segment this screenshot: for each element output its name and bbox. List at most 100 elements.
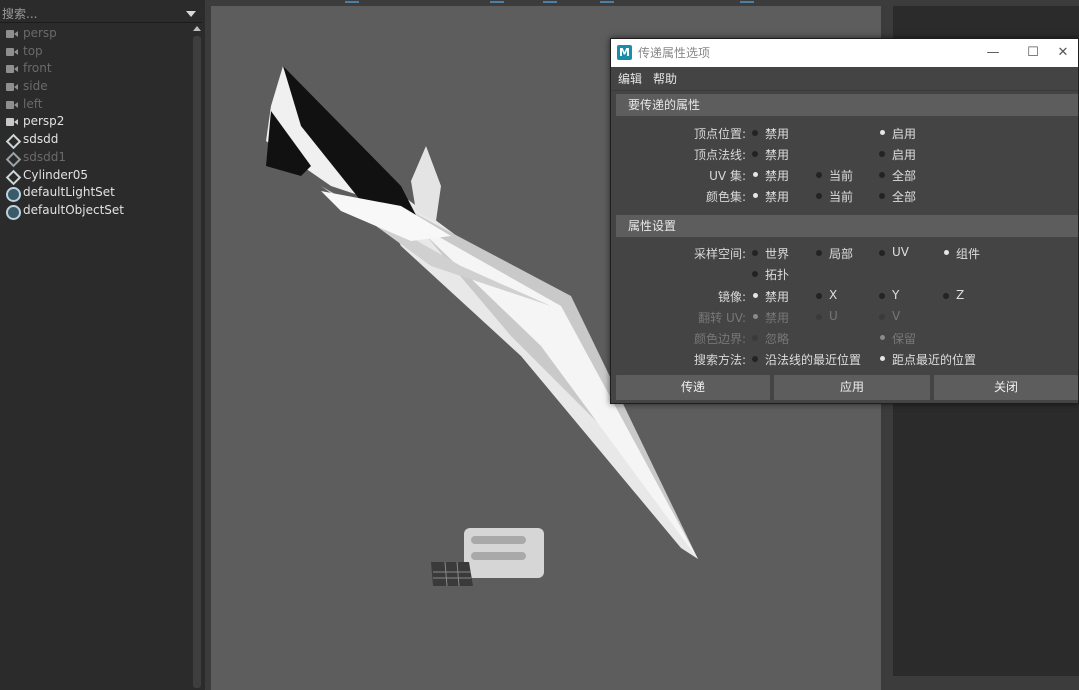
chevron-down-icon[interactable] bbox=[186, 11, 196, 17]
toolbar-marker bbox=[600, 1, 614, 3]
section-attributes-to-transfer[interactable]: 要传递的属性 bbox=[616, 94, 1078, 116]
close-window-button[interactable]: ✕ bbox=[1048, 39, 1078, 67]
outliner-item-defaultobjectset[interactable]: defaultObjectSet bbox=[0, 202, 192, 220]
mesh-icon bbox=[6, 171, 18, 181]
outliner-search-input[interactable]: 搜索... bbox=[0, 5, 202, 23]
uv-sets-label: UV 集: bbox=[709, 169, 746, 183]
mirror-off-radio[interactable]: 禁用 bbox=[751, 288, 789, 305]
outliner-item-label: persp2 bbox=[23, 114, 65, 129]
dialog-titlebar[interactable]: M 传递属性选项 — ☐ ✕ bbox=[611, 39, 1078, 67]
outliner-item-label: front bbox=[23, 61, 52, 76]
minimize-button[interactable]: — bbox=[978, 39, 1008, 67]
outliner-item-label: sdsdd1 bbox=[23, 149, 66, 164]
color-sets-label: 颜色集: bbox=[705, 190, 746, 204]
set-icon bbox=[6, 187, 21, 203]
sample-space-local-radio[interactable]: 局部 bbox=[815, 245, 853, 262]
outliner-item-label: sdsdd bbox=[23, 132, 59, 147]
uv-sets-all-radio[interactable]: 全部 bbox=[878, 167, 916, 184]
section-attribute-settings[interactable]: 属性设置 bbox=[616, 215, 1078, 237]
flip-uv-label: 翻转 UV: bbox=[698, 311, 746, 325]
color-border-preserve-radio: 保留 bbox=[878, 330, 916, 347]
outliner-list: persp top front side left persp2 sdsdd s… bbox=[0, 25, 192, 220]
flip-uv-u-radio: U bbox=[815, 309, 838, 323]
mesh-icon bbox=[6, 153, 18, 163]
flip-uv-off-radio: 禁用 bbox=[751, 309, 789, 326]
vertex-normal-on-radio[interactable]: 启用 bbox=[878, 146, 916, 163]
dialog-title: 传递属性选项 bbox=[638, 46, 711, 60]
dialog-menubar: 编辑 帮助 bbox=[611, 67, 1078, 91]
outliner-item-label: defaultLightSet bbox=[23, 185, 115, 200]
menu-help[interactable]: 帮助 bbox=[653, 70, 677, 87]
outliner-item-cylinder05[interactable]: Cylinder05 bbox=[0, 167, 192, 185]
apply-button[interactable]: 应用 bbox=[774, 375, 930, 400]
search-method-along-normal-radio[interactable]: 沿法线的最近位置 bbox=[751, 351, 861, 368]
outliner-scrollbar[interactable] bbox=[192, 24, 202, 690]
search-method-closest-point-radio[interactable]: 距点最近的位置 bbox=[878, 351, 976, 368]
outliner-item-side[interactable]: side bbox=[0, 78, 192, 96]
mesh-icon bbox=[6, 135, 18, 145]
maya-workspace: 搜索... persp top front side left persp2 s… bbox=[0, 0, 1079, 690]
cylinder-wire-part bbox=[431, 562, 473, 586]
transfer-attributes-options-dialog: M 传递属性选项 — ☐ ✕ 编辑 帮助 要传递的属性 顶点位置: 禁用 启用 … bbox=[610, 38, 1079, 404]
outliner-item-label: left bbox=[23, 96, 43, 111]
scroll-up-arrow-icon[interactable] bbox=[193, 26, 201, 31]
camera-icon bbox=[6, 117, 18, 127]
maya-app-icon: M bbox=[617, 45, 632, 60]
outliner-item-top[interactable]: top bbox=[0, 43, 192, 61]
transfer-button[interactable]: 传递 bbox=[616, 375, 770, 400]
cylinder-groove bbox=[471, 552, 526, 560]
mirror-x-radio[interactable]: X bbox=[815, 288, 837, 302]
color-sets-current-radio[interactable]: 当前 bbox=[815, 188, 853, 205]
set-icon bbox=[6, 204, 21, 220]
maximize-button[interactable]: ☐ bbox=[1018, 39, 1048, 67]
camera-icon bbox=[6, 100, 18, 110]
vertex-position-on-radio[interactable]: 启用 bbox=[878, 125, 916, 142]
vertex-position-off-radio[interactable]: 禁用 bbox=[751, 125, 789, 142]
vertex-normal-label: 顶点法线: bbox=[693, 148, 746, 162]
mirror-y-radio[interactable]: Y bbox=[878, 288, 899, 302]
scrollbar-thumb[interactable] bbox=[193, 36, 201, 688]
sample-space-component-radio[interactable]: 组件 bbox=[942, 245, 980, 262]
cylinder-groove bbox=[471, 536, 526, 544]
toolbar-marker bbox=[345, 1, 359, 3]
toolbar-marker bbox=[740, 1, 754, 3]
vertex-normal-off-radio[interactable]: 禁用 bbox=[751, 146, 789, 163]
vertex-position-label: 顶点位置: bbox=[693, 127, 746, 141]
menu-edit[interactable]: 编辑 bbox=[618, 70, 642, 87]
color-border-label: 颜色边界: bbox=[693, 332, 746, 346]
outliner-item-sdsdd1[interactable]: sdsdd1 bbox=[0, 149, 192, 167]
color-sets-all-radio[interactable]: 全部 bbox=[878, 188, 916, 205]
camera-icon bbox=[6, 82, 18, 92]
outliner-item-label: persp bbox=[23, 26, 57, 40]
camera-icon bbox=[6, 64, 18, 74]
flip-uv-v-radio: V bbox=[878, 309, 900, 323]
sample-space-topology-radio[interactable]: 拓扑 bbox=[751, 266, 789, 283]
close-button[interactable]: 关闭 bbox=[934, 375, 1078, 400]
outliner-item-left[interactable]: left bbox=[0, 96, 192, 114]
toolbar-marker bbox=[543, 1, 557, 3]
outliner-item-label: defaultObjectSet bbox=[23, 202, 125, 217]
sample-space-uv-radio[interactable]: UV bbox=[878, 245, 909, 259]
color-sets-off-radio[interactable]: 禁用 bbox=[751, 188, 789, 205]
outliner-panel: 搜索... persp top front side left persp2 s… bbox=[0, 0, 205, 690]
camera-icon bbox=[6, 47, 18, 57]
outliner-item-sdsdd[interactable]: sdsdd bbox=[0, 131, 192, 149]
outliner-item-front[interactable]: front bbox=[0, 60, 192, 78]
mirror-z-radio[interactable]: Z bbox=[942, 288, 964, 302]
uv-sets-off-radio[interactable]: 禁用 bbox=[751, 167, 789, 184]
color-border-ignore-radio: 忽略 bbox=[751, 330, 789, 347]
outliner-item-persp[interactable]: persp bbox=[0, 25, 192, 43]
outliner-item-defaultlightset[interactable]: defaultLightSet bbox=[0, 184, 192, 203]
search-method-label: 搜索方法: bbox=[693, 353, 746, 367]
sample-space-label: 采样空间: bbox=[693, 247, 746, 261]
sample-space-world-radio[interactable]: 世界 bbox=[751, 245, 789, 262]
outliner-item-label: top bbox=[23, 43, 43, 58]
outliner-item-label: side bbox=[23, 79, 48, 94]
outliner-item-persp2[interactable]: persp2 bbox=[0, 113, 192, 131]
outliner-item-label: Cylinder05 bbox=[23, 167, 88, 182]
mirror-label: 镜像: bbox=[717, 290, 746, 304]
toolbar-marker bbox=[490, 1, 504, 3]
search-placeholder: 搜索... bbox=[2, 7, 38, 21]
uv-sets-current-radio[interactable]: 当前 bbox=[815, 167, 853, 184]
camera-icon bbox=[6, 29, 18, 39]
